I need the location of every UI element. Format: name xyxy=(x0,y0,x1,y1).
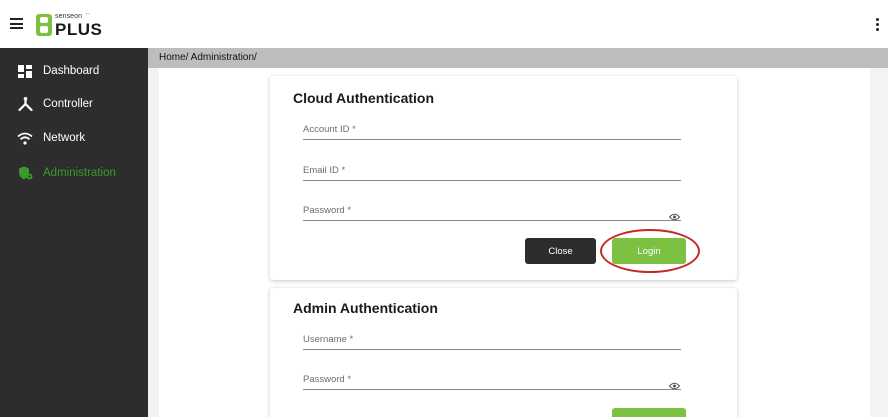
sidebar-item-administration[interactable]: Administration xyxy=(0,158,148,188)
sidebar-item-dashboard[interactable]: Dashboard xyxy=(0,56,148,86)
account-id-input[interactable] xyxy=(303,124,681,135)
show-password-eye-icon[interactable] xyxy=(668,208,681,221)
sidebar-item-label: Network xyxy=(43,132,86,144)
more-options-icon[interactable] xyxy=(876,18,879,31)
admin-shield-icon xyxy=(17,166,33,180)
admin-authentication-title: Admin Authentication xyxy=(293,300,438,316)
top-app-bar: senseon ⌔ PLUS xyxy=(0,0,888,48)
cloud-password-input[interactable] xyxy=(303,205,681,216)
cloud-authentication-card: Cloud Authentication Close Login xyxy=(270,76,737,280)
email-id-field[interactable] xyxy=(303,159,681,181)
email-id-input[interactable] xyxy=(303,165,681,176)
breadcrumb: Home/ Administration/ xyxy=(159,52,257,63)
logo-small-text: senseon xyxy=(55,13,83,20)
admin-password-field[interactable] xyxy=(303,368,681,390)
account-id-field[interactable] xyxy=(303,118,681,140)
sidebar: Dashboard Controller Network Administrat… xyxy=(0,48,148,417)
login-button[interactable]: Login xyxy=(612,238,686,264)
username-input[interactable] xyxy=(303,334,681,345)
logo-wifi-icon: ⌔ xyxy=(84,13,91,20)
admin-password-input[interactable] xyxy=(303,374,681,385)
show-password-eye-icon[interactable] xyxy=(668,377,681,390)
sidebar-item-controller[interactable]: Controller xyxy=(0,89,148,119)
admin-authentication-card: Admin Authentication xyxy=(270,288,737,417)
wifi-icon xyxy=(17,131,33,145)
sidebar-item-network[interactable]: Network xyxy=(0,123,148,153)
dashboard-icon xyxy=(17,64,33,78)
main-content: Cloud Authentication Close Login Admin A… xyxy=(148,68,888,417)
breadcrumb-bar: Home/ Administration/ xyxy=(148,48,888,68)
close-button[interactable]: Close xyxy=(525,238,596,264)
sidebar-item-label: Dashboard xyxy=(43,65,100,77)
logo-mark-icon xyxy=(36,14,52,36)
admin-login-button[interactable] xyxy=(612,408,686,417)
hamburger-menu-icon[interactable] xyxy=(10,18,23,29)
logo-big-text: PLUS xyxy=(55,20,103,39)
sidebar-item-label: Controller xyxy=(43,98,93,110)
sidebar-item-label: Administration xyxy=(43,167,116,179)
senseon-plus-logo: senseon ⌔ PLUS xyxy=(36,13,103,39)
username-field[interactable] xyxy=(303,328,681,350)
cloud-password-field[interactable] xyxy=(303,199,681,221)
controller-icon xyxy=(17,97,33,111)
cloud-authentication-title: Cloud Authentication xyxy=(293,90,435,106)
